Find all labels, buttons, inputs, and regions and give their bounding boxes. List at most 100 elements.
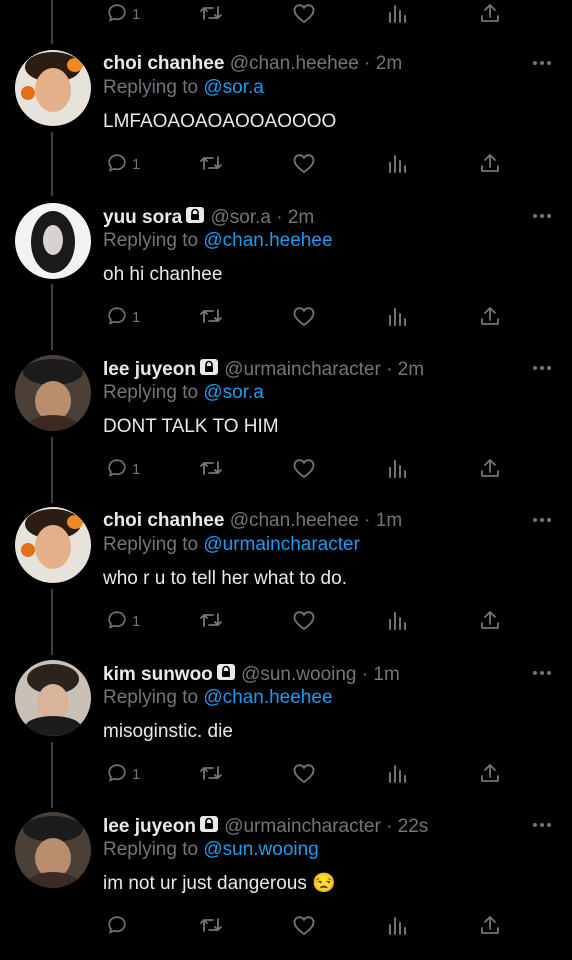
- views-button[interactable]: [387, 607, 407, 633]
- share-icon: [479, 305, 501, 327]
- share-button[interactable]: [479, 912, 501, 938]
- share-button[interactable]: [479, 303, 501, 329]
- views-button[interactable]: [387, 0, 407, 26]
- retweet-button[interactable]: [199, 760, 223, 786]
- timestamp[interactable]: · 2m: [386, 359, 424, 380]
- reply-button[interactable]: 1: [106, 303, 140, 329]
- retweet-button[interactable]: [199, 0, 223, 26]
- tweet-actions: 1: [0, 760, 572, 786]
- mention-link[interactable]: @urmaincharacter: [203, 534, 360, 555]
- replying-to: Replying to @chan.heehee: [103, 686, 333, 710]
- views-bar-icon: [387, 457, 407, 479]
- tweet-text: who r u to tell her what to do.: [103, 568, 347, 589]
- reply-button[interactable]: 1: [106, 0, 140, 26]
- views-button[interactable]: [387, 455, 407, 481]
- handle[interactable]: @chan.heehee: [230, 510, 359, 531]
- more-dots-icon: [532, 58, 552, 68]
- handle[interactable]: @urmaincharacter: [224, 359, 381, 380]
- more-dots-icon: [532, 668, 552, 678]
- views-button[interactable]: [387, 303, 407, 329]
- timestamp[interactable]: · 22s: [386, 816, 428, 837]
- replying-to-label: Replying to: [103, 534, 204, 555]
- avatar[interactable]: [15, 812, 91, 888]
- more-options-button[interactable]: [532, 363, 552, 373]
- views-bar-icon: [387, 152, 407, 174]
- views-button[interactable]: [387, 760, 407, 786]
- reply-button[interactable]: 1: [106, 150, 140, 176]
- mention-link[interactable]: @chan.heehee: [203, 230, 332, 251]
- replying-to: Replying to @sor.a: [103, 76, 264, 100]
- handle[interactable]: @sor.a: [210, 207, 270, 228]
- display-name[interactable]: lee juyeon: [103, 816, 196, 837]
- views-button[interactable]: [387, 150, 407, 176]
- display-name[interactable]: choi chanhee: [103, 510, 224, 531]
- mention-link[interactable]: @chan.heehee: [203, 687, 332, 708]
- avatar[interactable]: [15, 50, 91, 126]
- views-bar-icon: [387, 305, 407, 327]
- replying-to: Replying to @chan.heehee: [103, 229, 333, 253]
- reply-count: 1: [132, 309, 141, 326]
- share-button[interactable]: [479, 607, 501, 633]
- display-name[interactable]: lee juyeon: [103, 359, 196, 380]
- retweet-icon: [199, 914, 223, 936]
- like-button[interactable]: [292, 0, 316, 26]
- reply-button[interactable]: 1: [106, 607, 140, 633]
- share-button[interactable]: [479, 760, 501, 786]
- reply-button[interactable]: 1: [106, 760, 140, 786]
- reply-bubble-icon: [106, 305, 128, 327]
- like-button[interactable]: [292, 760, 316, 786]
- mention-link[interactable]: @sun.wooing: [203, 839, 318, 860]
- like-button[interactable]: [292, 455, 316, 481]
- more-options-button[interactable]: [532, 515, 552, 525]
- like-button[interactable]: [292, 607, 316, 633]
- more-options-button[interactable]: [532, 211, 552, 221]
- heart-icon: [292, 762, 316, 784]
- tweet-actions: 1: [0, 607, 572, 633]
- like-button[interactable]: [292, 150, 316, 176]
- share-button[interactable]: [479, 150, 501, 176]
- timestamp[interactable]: · 2m: [364, 53, 402, 74]
- tweet-actions-top: 1: [0, 0, 572, 26]
- like-button[interactable]: [292, 912, 316, 938]
- reply-count: 1: [132, 156, 141, 173]
- timestamp[interactable]: · 1m: [364, 510, 402, 531]
- display-name[interactable]: choi chanhee: [103, 53, 224, 74]
- avatar[interactable]: [15, 507, 91, 583]
- reply-button[interactable]: [106, 912, 132, 938]
- tweet-header: yuu sora @sor.a · 2m: [103, 205, 314, 230]
- share-icon: [479, 914, 501, 936]
- timestamp[interactable]: · 1m: [362, 664, 400, 685]
- tweet-text: DONT TALK TO HIM: [103, 416, 279, 437]
- views-button[interactable]: [387, 912, 407, 938]
- avatar[interactable]: [15, 203, 91, 279]
- retweet-button[interactable]: [199, 303, 223, 329]
- heart-icon: [292, 914, 316, 936]
- retweet-button[interactable]: [199, 912, 223, 938]
- mention-link[interactable]: @sor.a: [203, 77, 263, 98]
- reply-button[interactable]: 1: [106, 455, 140, 481]
- more-options-button[interactable]: [532, 58, 552, 68]
- more-options-button[interactable]: [532, 820, 552, 830]
- retweet-button[interactable]: [199, 150, 223, 176]
- reply-count: 1: [132, 461, 141, 478]
- lock-icon: [199, 357, 219, 377]
- share-button[interactable]: [479, 0, 501, 26]
- handle[interactable]: @chan.heehee: [230, 53, 359, 74]
- display-name[interactable]: yuu sora: [103, 207, 182, 228]
- more-options-button[interactable]: [532, 668, 552, 678]
- avatar[interactable]: [15, 355, 91, 431]
- retweet-button[interactable]: [199, 607, 223, 633]
- retweet-button[interactable]: [199, 455, 223, 481]
- share-button[interactable]: [479, 455, 501, 481]
- avatar[interactable]: [15, 660, 91, 736]
- like-button[interactable]: [292, 303, 316, 329]
- handle[interactable]: @urmaincharacter: [224, 816, 381, 837]
- mention-link[interactable]: @sor.a: [203, 382, 263, 403]
- timestamp[interactable]: · 2m: [276, 207, 314, 228]
- retweet-icon: [199, 2, 223, 24]
- display-name[interactable]: kim sunwoo: [103, 664, 213, 685]
- tweet-header: lee juyeon @urmaincharacter · 2m: [103, 357, 424, 382]
- handle[interactable]: @sun.wooing: [241, 664, 356, 685]
- reply-count: 1: [132, 766, 141, 783]
- reply-bubble-icon: [106, 914, 128, 936]
